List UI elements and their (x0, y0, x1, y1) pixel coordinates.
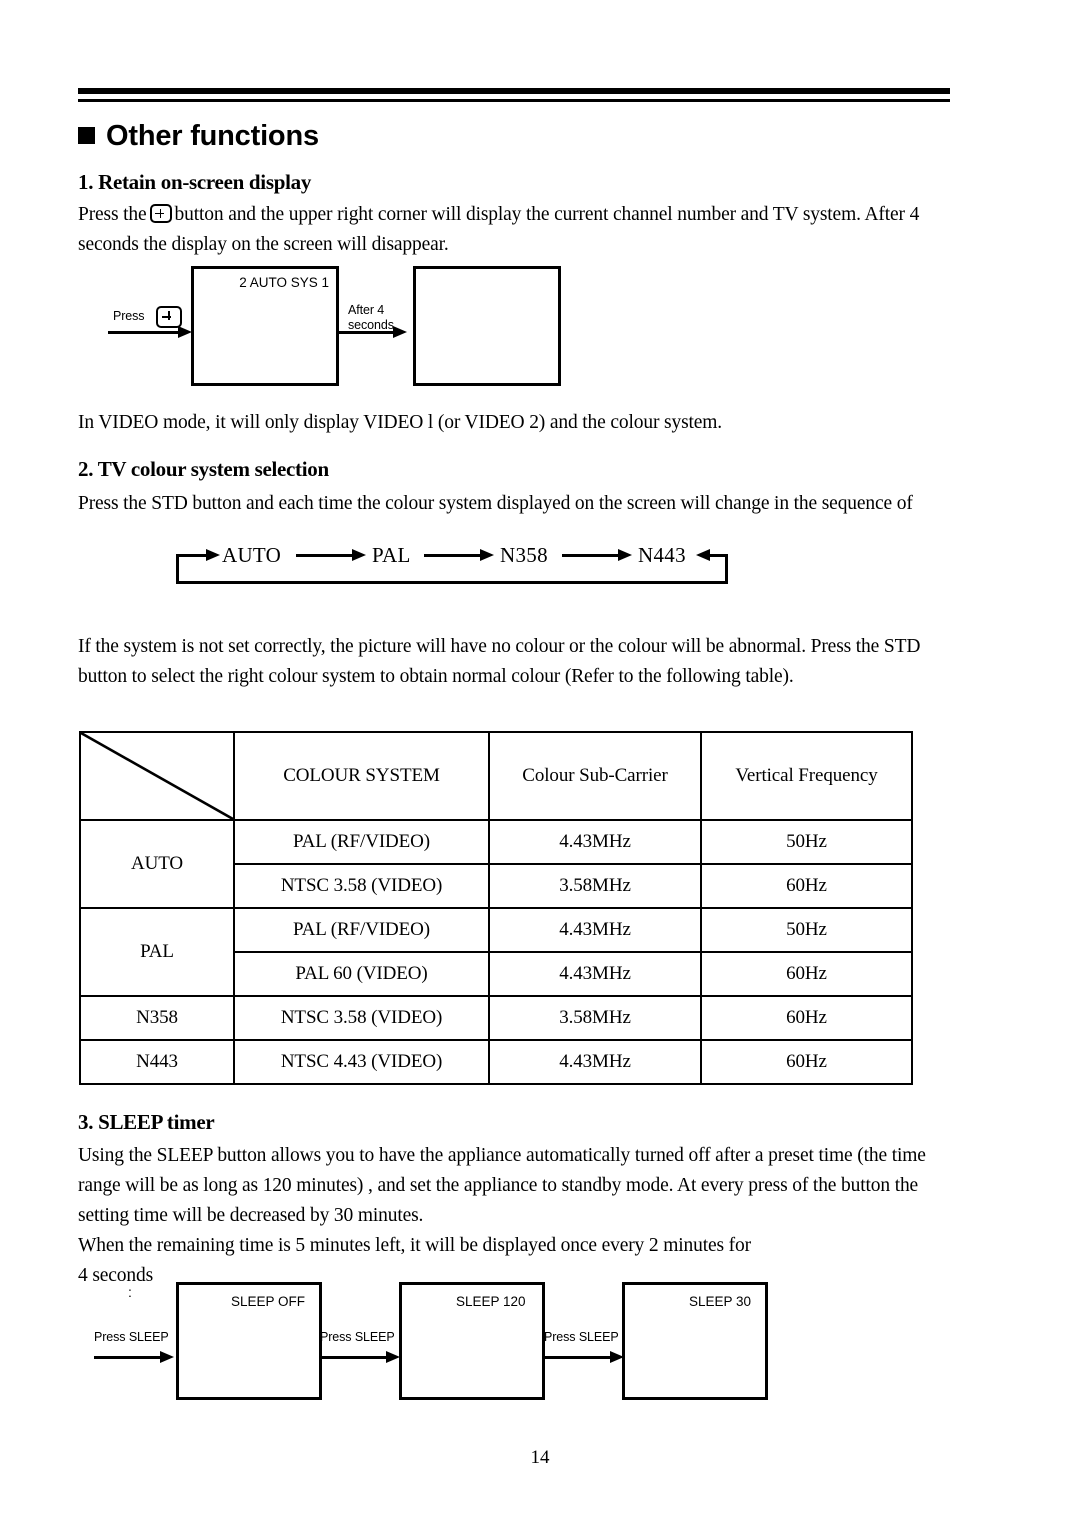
table-row: N358 NTSC 3.58 (VIDEO) 3.58MHz 60Hz (79, 995, 913, 1041)
manual-page: Other functions 1. Retain on-screen disp… (0, 0, 1080, 1527)
subsection-heading-3: 3. SLEEP timer (78, 1110, 215, 1134)
table-cell-system: NTSC 3.58 (VIDEO) (233, 995, 490, 1041)
plus-key-icon (149, 204, 172, 223)
subsection-heading-1: 1. Retain on-screen display (78, 170, 312, 194)
sleep-box-1-label: SLEEP OFF (231, 1294, 306, 1309)
table-cell-mode-n358: N358 (79, 995, 235, 1041)
seq-arrow-3-line (562, 554, 624, 557)
table-cell-system: PAL (RF/VIDEO) (233, 819, 490, 865)
sleep-arrow-3-line (544, 1356, 616, 1359)
seq-item-n358: N358 (500, 543, 548, 567)
table-cell-sub-carrier: 3.58MHz (488, 863, 702, 909)
osd-plus-key-icon (156, 306, 182, 328)
table-cell-sub-carrier: 4.43MHz (488, 1039, 702, 1085)
table-header-vertical-frequency: Vertical Frequency (700, 731, 913, 821)
seq-item-auto: AUTO (222, 543, 282, 567)
osd-arrow-2-line (339, 331, 399, 334)
paragraph-incorrect-system: If the system is not set correctly, the … (78, 636, 921, 687)
table-cell-sub-carrier: 3.58MHz (488, 995, 702, 1041)
seq-item-n443: N443 (638, 543, 686, 567)
seq-item-pal: PAL (372, 543, 411, 567)
paragraph-std-button: Press the STD button and each time the c… (78, 493, 913, 514)
table-cell-vertical-frequency: 50Hz (700, 819, 913, 865)
square-bullet-icon (78, 127, 95, 144)
sleep-arrow-1-head (160, 1351, 174, 1363)
sleep-arrow-label-3: Press SLEEP (544, 1330, 619, 1344)
table-cell-vertical-frequency: 50Hz (700, 907, 913, 953)
table-cell-vertical-frequency: 60Hz (700, 863, 913, 909)
table-corner-cell (79, 731, 235, 821)
table-cell-mode-auto: AUTO (79, 819, 235, 909)
page-title: Other functions (78, 120, 319, 153)
table-header-row: COLOUR SYSTEM Colour Sub-Carrier Vertica… (79, 731, 913, 821)
seq-loop-bottom (176, 581, 728, 584)
table-cell-vertical-frequency: 60Hz (700, 995, 913, 1041)
osd-arrow-1-head (178, 326, 192, 338)
seq-loop-right-vert (725, 554, 728, 584)
osd-screen-text: 2 AUTO SYS 1 (239, 275, 329, 290)
paragraph-1-lead: Press the (78, 204, 147, 225)
table-cell-vertical-frequency: 60Hz (700, 951, 913, 997)
table-cell-mode-n443: N443 (79, 1039, 235, 1085)
seq-arrow-2-line (424, 554, 486, 557)
sleep-box-2-label: SLEEP 120 (456, 1294, 526, 1309)
seq-loop-left-vert (176, 554, 179, 584)
sleep-arrow-2-head (386, 1351, 400, 1363)
seq-arrow-1-head (352, 549, 366, 561)
paragraph-video-mode-note: In VIDEO mode, it will only display VIDE… (78, 412, 723, 433)
table-header-sub-carrier: Colour Sub-Carrier (488, 731, 702, 821)
sleep-arrow-label-2: Press SLEEP (320, 1330, 395, 1344)
sleep-arrow-2-line (320, 1356, 392, 1359)
table-cell-system: PAL (RF/VIDEO) (233, 907, 490, 953)
sleep-ellipsis: : (128, 1284, 132, 1300)
table-row: AUTO PAL (RF/VIDEO) 4.43MHz 50Hz (79, 819, 913, 909)
sleep-arrow-label-1: Press SLEEP (94, 1330, 169, 1344)
seq-arrow-3-head (618, 549, 632, 561)
table-cell-sub-carrier: 4.43MHz (488, 819, 702, 865)
table-cell-mode-pal: PAL (79, 907, 235, 997)
page-number: 14 (530, 1447, 550, 1468)
paragraph-1-rest: button and the upper right corner will d… (78, 204, 920, 255)
seq-arrow-1-line (296, 554, 358, 557)
seq-loop-head (696, 549, 710, 561)
page-title-text: Other functions (106, 120, 319, 152)
seq-arrow-2-head (480, 549, 494, 561)
header-rule-thin (78, 99, 950, 102)
osd-press-label: Press (113, 309, 145, 323)
table-cell-system: NTSC 3.58 (VIDEO) (233, 863, 490, 909)
table-cell-sub-carrier: 4.43MHz (488, 907, 702, 953)
osd-transition-label: After 4 seconds (348, 303, 394, 332)
header-rule-thick (78, 88, 950, 94)
colour-system-table: COLOUR SYSTEM Colour Sub-Carrier Vertica… (79, 731, 913, 1085)
osd-arrow-1-line (108, 331, 184, 334)
sleep-arrow-1-line (94, 1356, 166, 1359)
table-cell-system: NTSC 4.43 (VIDEO) (233, 1039, 490, 1085)
paragraph-sleep-timer: Using the SLEEP button allows you to hav… (78, 1145, 926, 1286)
osd-arrow-2-head (393, 326, 407, 338)
diagonal-divider-icon (81, 733, 233, 819)
seq-entry-head (206, 549, 220, 561)
table-row: N443 NTSC 4.43 (VIDEO) 4.43MHz 60Hz (79, 1039, 913, 1085)
sleep-box-3-label: SLEEP 30 (689, 1294, 752, 1309)
paragraph-retain-osd: Press the button and the upper right corn… (78, 200, 954, 260)
table-cell-system: PAL 60 (VIDEO) (233, 951, 490, 997)
table-header-colour-system: COLOUR SYSTEM (233, 731, 490, 821)
osd-screen-after (413, 266, 561, 386)
table-row: PAL PAL (RF/VIDEO) 4.43MHz 50Hz (79, 907, 913, 997)
table-cell-sub-carrier: 4.43MHz (488, 951, 702, 997)
subsection-heading-2: 2. TV colour system selection (78, 457, 329, 481)
table-cell-vertical-frequency: 60Hz (700, 1039, 913, 1085)
